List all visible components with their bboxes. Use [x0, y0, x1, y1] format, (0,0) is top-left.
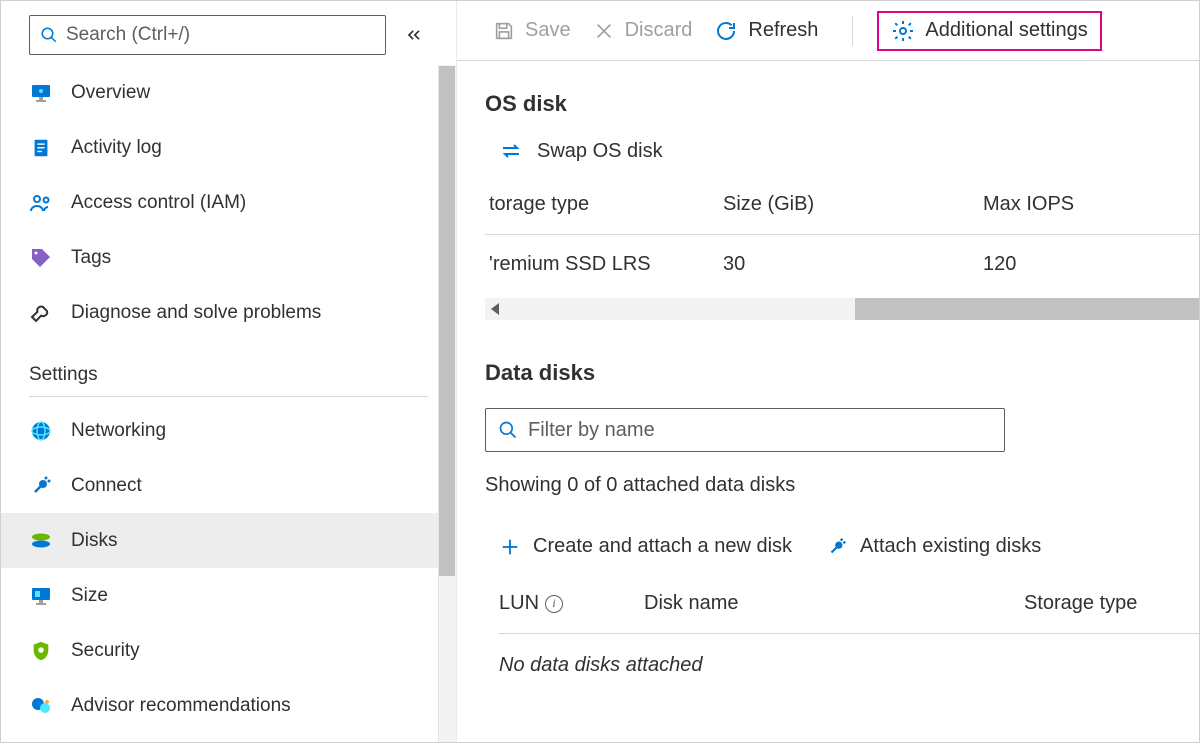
- plus-icon: [499, 536, 521, 558]
- additional-settings-label: Additional settings: [925, 19, 1087, 42]
- cell-max-iops: 120: [983, 253, 1199, 276]
- plug-icon: [826, 536, 848, 558]
- col-storage-type: torage type: [489, 193, 723, 216]
- filter-input[interactable]: [518, 419, 992, 442]
- search-box[interactable]: [29, 15, 386, 55]
- chevron-double-left-icon: [404, 25, 424, 45]
- main-content: Save Discard Refresh Additional settings…: [457, 1, 1199, 742]
- sidebar-item-label: Networking: [71, 420, 166, 442]
- search-input[interactable]: [58, 24, 375, 46]
- showing-count: Showing 0 of 0 attached data disks: [485, 474, 1199, 497]
- sidebar-scrollbar[interactable]: [438, 65, 456, 742]
- refresh-button[interactable]: Refresh: [714, 19, 818, 43]
- sidebar-item-networking[interactable]: Networking: [1, 403, 456, 458]
- globe-icon: [29, 419, 53, 443]
- swap-label: Swap OS disk: [537, 140, 663, 163]
- sidebar-section-settings: Settings: [1, 340, 456, 396]
- sidebar-item-label: Security: [71, 640, 140, 662]
- plug-icon: [29, 474, 53, 498]
- hscroll-track-left[interactable]: [485, 298, 855, 320]
- refresh-label: Refresh: [748, 19, 818, 42]
- save-label: Save: [525, 19, 571, 42]
- search-icon: [40, 26, 58, 44]
- close-icon: [593, 20, 615, 42]
- tag-icon: [29, 246, 53, 270]
- attach-existing-disks-button[interactable]: Attach existing disks: [826, 535, 1041, 558]
- sidebar-item-label: Access control (IAM): [71, 192, 246, 214]
- divider: [29, 396, 428, 397]
- sidebar-item-tags[interactable]: Tags: [1, 230, 456, 285]
- sidebar-item-disks[interactable]: Disks: [1, 513, 456, 568]
- cell-size: 30: [723, 253, 983, 276]
- sidebar-item-label: Disks: [71, 530, 117, 552]
- people-icon: [29, 191, 53, 215]
- toolbar-separator: [852, 16, 853, 46]
- sidebar-nav: Overview Activity log Access control (IA…: [1, 65, 456, 742]
- log-icon: [29, 136, 53, 160]
- gear-icon: [891, 19, 915, 43]
- chevron-left-icon: [491, 303, 499, 315]
- swap-icon: [499, 139, 523, 163]
- save-icon: [493, 20, 515, 42]
- sidebar-item-overview[interactable]: Overview: [1, 65, 456, 120]
- sidebar-item-label: Overview: [71, 82, 150, 104]
- attach-existing-label: Attach existing disks: [860, 535, 1041, 558]
- additional-settings-button[interactable]: Additional settings: [877, 11, 1101, 51]
- disks-icon: [29, 529, 53, 553]
- col-size: Size (GiB): [723, 193, 983, 216]
- monitor-icon: [29, 81, 53, 105]
- filter-box[interactable]: [485, 408, 1005, 452]
- no-data-disks-text: No data disks attached: [499, 654, 1199, 677]
- os-disk-row[interactable]: 'remium SSD LRS 30 120: [485, 253, 1199, 276]
- sidebar-item-label: Tags: [71, 247, 111, 269]
- sidebar-item-connect[interactable]: Connect: [1, 458, 456, 513]
- create-attach-disk-button[interactable]: Create and attach a new disk: [499, 535, 792, 558]
- cell-storage-type: 'remium SSD LRS: [489, 253, 723, 276]
- sidebar-item-label: Diagnose and solve problems: [71, 302, 321, 324]
- os-disk-table-header: torage type Size (GiB) Max IOPS: [485, 193, 1199, 235]
- discard-button[interactable]: Discard: [593, 19, 693, 42]
- search-icon: [498, 420, 518, 440]
- sidebar-item-label: Size: [71, 585, 108, 607]
- col-disk-name: Disk name: [644, 592, 1024, 615]
- shield-icon: [29, 639, 53, 663]
- collapse-sidebar-button[interactable]: [400, 21, 428, 49]
- toolbar: Save Discard Refresh Additional settings: [457, 1, 1199, 61]
- col-max-iops: Max IOPS: [983, 193, 1199, 216]
- sidebar-item-advisor[interactable]: Advisor recommendations: [1, 678, 456, 733]
- sidebar-item-access-control[interactable]: Access control (IAM): [1, 175, 456, 230]
- scrollbar-thumb[interactable]: [439, 66, 455, 576]
- horizontal-scrollbar[interactable]: [485, 298, 1199, 320]
- size-icon: [29, 584, 53, 608]
- sidebar-item-label: Advisor recommendations: [71, 695, 291, 717]
- sidebar-item-size[interactable]: Size: [1, 568, 456, 623]
- create-attach-label: Create and attach a new disk: [533, 535, 792, 558]
- swap-os-disk-button[interactable]: Swap OS disk: [499, 139, 1199, 163]
- info-icon[interactable]: i: [545, 595, 563, 613]
- wrench-icon: [29, 301, 53, 325]
- sidebar-item-label: Connect: [71, 475, 142, 497]
- sidebar-item-security[interactable]: Security: [1, 623, 456, 678]
- refresh-icon: [714, 19, 738, 43]
- save-button[interactable]: Save: [493, 19, 571, 42]
- sidebar: Overview Activity log Access control (IA…: [1, 1, 457, 742]
- sidebar-item-label: Activity log: [71, 137, 162, 159]
- advisor-icon: [29, 694, 53, 718]
- data-disk-table-header: LUN i Disk name Storage type: [499, 592, 1199, 634]
- sidebar-item-activity-log[interactable]: Activity log: [1, 120, 456, 175]
- os-disk-heading: OS disk: [485, 91, 1199, 117]
- data-disks-heading: Data disks: [485, 360, 1199, 386]
- col-lun: LUN: [499, 592, 539, 615]
- discard-label: Discard: [625, 19, 693, 42]
- col-storage-type: Storage type: [1024, 592, 1199, 615]
- sidebar-item-diagnose[interactable]: Diagnose and solve problems: [1, 285, 456, 340]
